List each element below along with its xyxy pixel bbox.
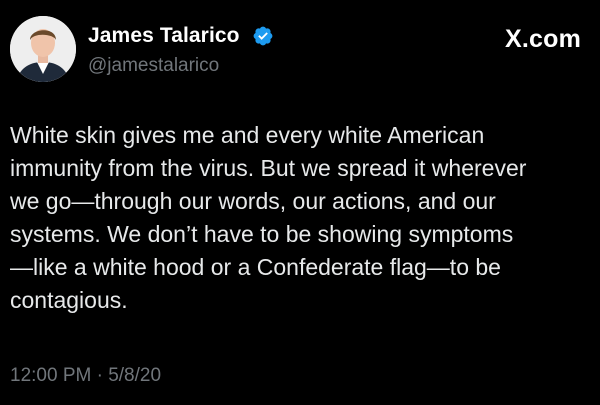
verified-badge-icon [253, 26, 273, 46]
avatar[interactable] [10, 16, 76, 82]
author-name[interactable]: James Talarico [88, 24, 240, 48]
tweet-text-line: contagious. [10, 287, 128, 313]
tweet-card: James Talarico @jamestalarico X.com Whit… [0, 0, 600, 405]
tweet-text-line: —like a white hood or a Confederate flag… [10, 254, 501, 280]
tweet-text-line: systems. We don’t have to be showing sym… [10, 221, 514, 247]
tweet-text-line: immunity from the virus. But we spread i… [10, 155, 527, 181]
author-handle[interactable]: @jamestalarico [88, 55, 219, 77]
brand-logo: X.com [504, 25, 581, 53]
tweet-text-line: we go—through our words, our actions, an… [10, 188, 496, 214]
tweet-timestamp[interactable]: 12:00 PM · 5/8/20 [10, 365, 161, 387]
tweet-text-line: White skin gives me and every white Amer… [10, 122, 485, 148]
tweet-text: White skin gives me and every white Amer… [10, 119, 594, 317]
